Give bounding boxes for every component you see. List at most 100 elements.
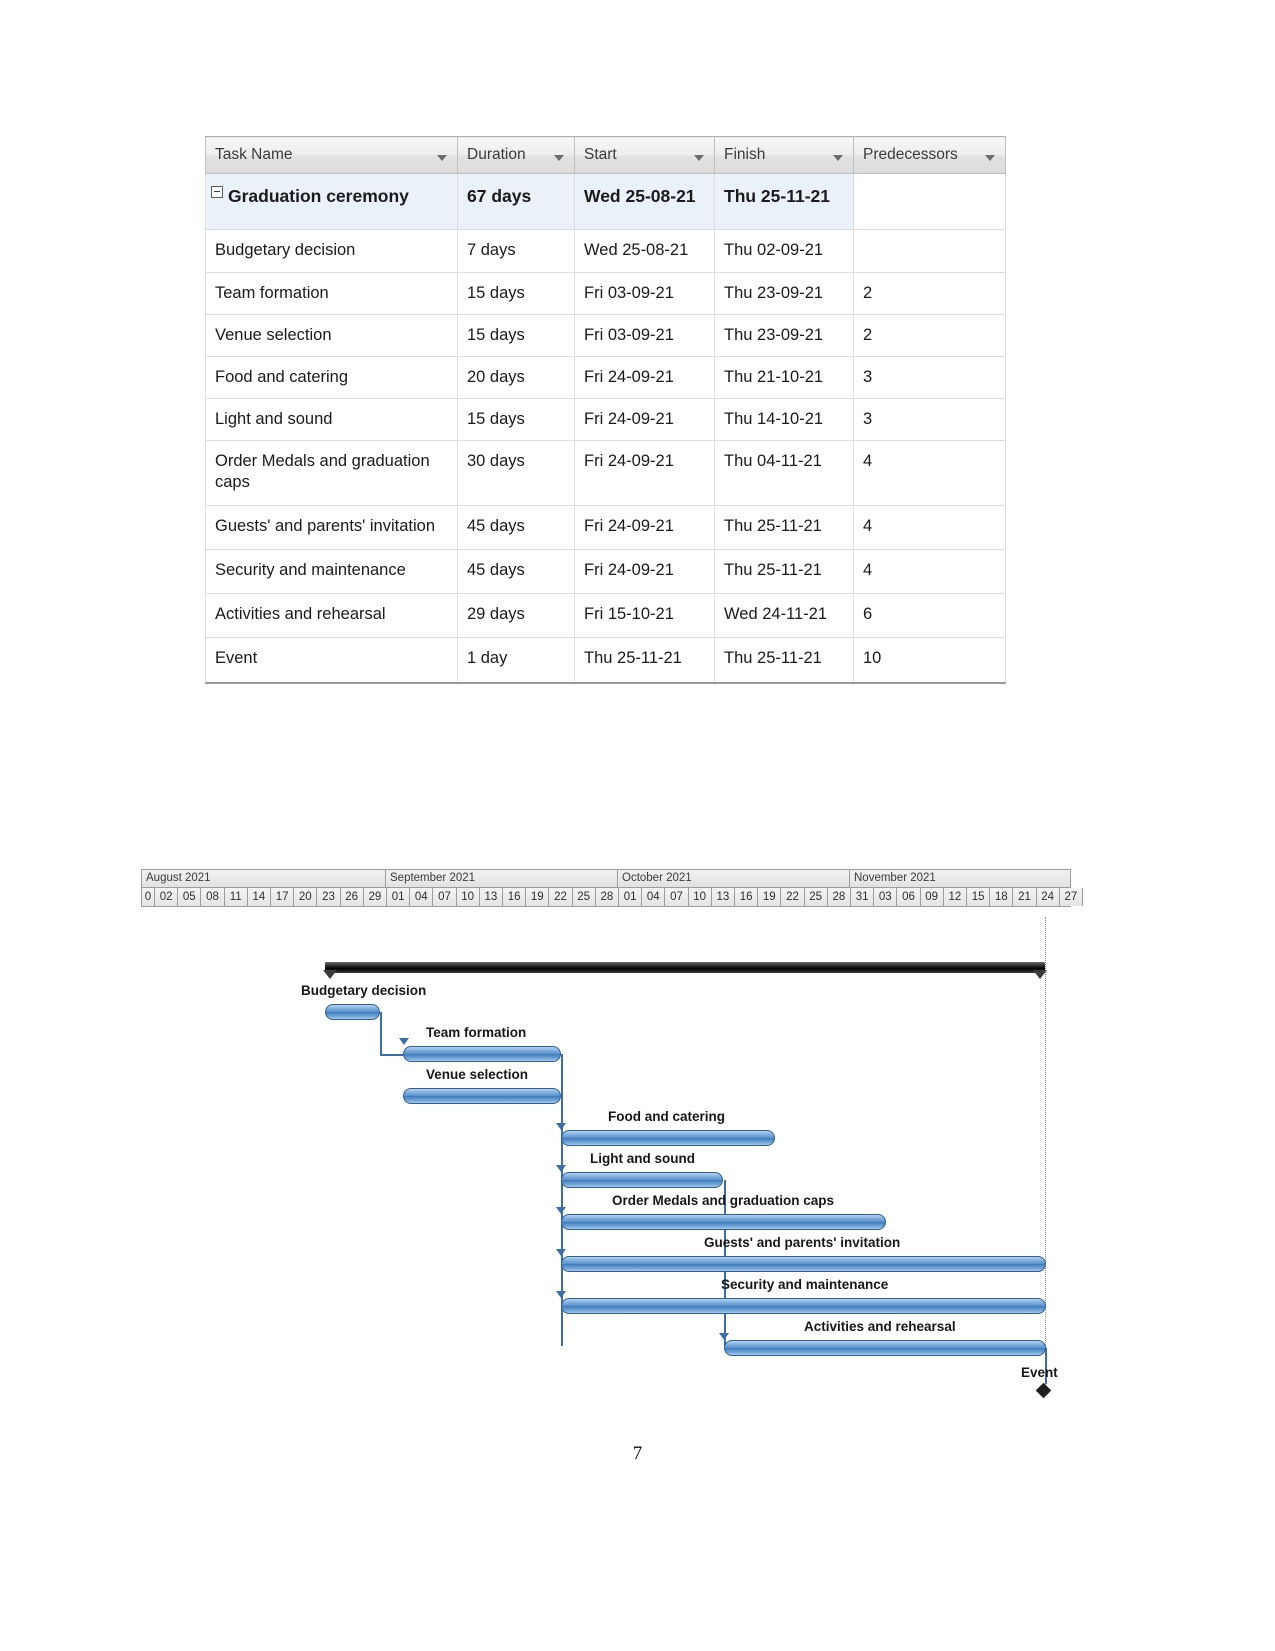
task-name-text: Food and catering: [215, 367, 349, 386]
cell-start[interactable]: Wed 25-08-21: [574, 173, 715, 231]
gantt-bar[interactable]: [724, 1340, 1046, 1356]
table-row[interactable]: Order Medals and graduation caps 30 days F…: [205, 440, 1006, 507]
cell-start[interactable]: Fri 03-09-21: [574, 314, 715, 357]
cell-start[interactable]: Fri 24-09-21: [574, 505, 715, 551]
cell-predecessors[interactable]: [853, 229, 1006, 273]
cell-duration[interactable]: 7 days: [457, 229, 575, 273]
cell-duration[interactable]: 1 day: [457, 637, 575, 684]
filter-arrow-icon[interactable]: [437, 154, 447, 161]
cell-predecessors[interactable]: 10: [853, 637, 1006, 684]
cell-finish[interactable]: Thu 25-11-21: [714, 549, 854, 595]
cell-finish[interactable]: Thu 04-11-21: [714, 440, 854, 507]
gantt-bar[interactable]: [325, 1004, 380, 1020]
gantt-bar[interactable]: [561, 1298, 1046, 1314]
cell-task-name[interactable]: Venue selection: [205, 314, 458, 357]
cell-finish[interactable]: Thu 23-09-21: [714, 272, 854, 315]
cell-duration[interactable]: 15 days: [457, 314, 575, 357]
cell-task-name[interactable]: Food and catering: [205, 356, 458, 399]
cell-start[interactable]: Fri 15-10-21: [574, 593, 715, 639]
timeline-day-cell: 21: [1013, 888, 1037, 906]
gantt-bar[interactable]: [561, 1172, 723, 1188]
cell-predecessors[interactable]: 2: [853, 272, 1006, 315]
table-row[interactable]: Security and maintenance 45 days Fri 24-09…: [205, 549, 1006, 595]
summary-bar[interactable]: [325, 962, 1045, 973]
cell-task-name[interactable]: Security and maintenance: [205, 549, 458, 595]
gantt-bar[interactable]: [561, 1130, 775, 1146]
cell-duration[interactable]: 67 days: [457, 173, 575, 231]
cell-start[interactable]: Fri 24-09-21: [574, 356, 715, 399]
cell-task-name[interactable]: Event: [205, 637, 458, 684]
cell-duration[interactable]: 15 days: [457, 398, 575, 441]
cell-start[interactable]: Wed 25-08-21: [574, 229, 715, 273]
cell-task-name[interactable]: Order Medals and graduation caps: [205, 440, 458, 507]
cell-predecessors[interactable]: 3: [853, 398, 1006, 441]
column-header-predecessors[interactable]: Predecessors: [853, 136, 1006, 174]
table-row[interactable]: Graduation ceremony 67 days Wed 25-08-21 Th…: [205, 173, 1006, 231]
cell-start[interactable]: Thu 25-11-21: [574, 637, 715, 684]
table-row[interactable]: Venue selection 15 days Fri 03-09-21 Thu 23…: [205, 314, 1006, 357]
cell-duration[interactable]: 45 days: [457, 505, 575, 551]
timeline-day-cell: 19: [526, 888, 550, 906]
cell-finish[interactable]: Thu 02-09-21: [714, 229, 854, 273]
cell-duration[interactable]: 20 days: [457, 356, 575, 399]
page-number: 7: [632, 1443, 643, 1464]
column-header-start[interactable]: Start: [574, 136, 715, 174]
cell-task-name[interactable]: Activities and rehearsal: [205, 593, 458, 639]
table-row[interactable]: Activities and rehearsal 29 days Fri 15-10…: [205, 593, 1006, 639]
dependency-arrow-icon: [556, 1249, 566, 1256]
table-row[interactable]: Food and catering 20 days Fri 24-09-21 Thu …: [205, 356, 1006, 399]
cell-predecessors[interactable]: 4: [853, 549, 1006, 595]
cell-task-name[interactable]: Graduation ceremony: [205, 173, 458, 231]
cell-predecessors[interactable]: 6: [853, 593, 1006, 639]
cell-predecessors[interactable]: [853, 173, 1006, 231]
cell-task-name[interactable]: Light and sound: [205, 398, 458, 441]
cell-finish[interactable]: Thu 21-10-21: [714, 356, 854, 399]
table-row[interactable]: Guests' and parents' invitation 45 days Fr…: [205, 505, 1006, 551]
column-header-finish[interactable]: Finish: [714, 136, 854, 174]
table-row[interactable]: Light and sound 15 days Fri 24-09-21 Thu 14…: [205, 398, 1006, 441]
cell-task-name[interactable]: Guests' and parents' invitation: [205, 505, 458, 551]
cell-finish[interactable]: Thu 23-09-21: [714, 314, 854, 357]
cell-predecessors[interactable]: 4: [853, 440, 1006, 507]
table-row[interactable]: Team formation 15 days Fri 03-09-21 Thu 23-…: [205, 272, 1006, 315]
gantt-bar[interactable]: [561, 1256, 1046, 1272]
milestone-diamond[interactable]: [1035, 1382, 1052, 1399]
cell-start[interactable]: Fri 24-09-21: [574, 398, 715, 441]
column-header-task-name[interactable]: Task Name: [205, 136, 458, 174]
gantt-bar-label: Budgetary decision: [301, 983, 427, 998]
cell-task-name[interactable]: Budgetary decision: [205, 229, 458, 273]
timeline-day-cell: 19: [758, 888, 782, 906]
cell-duration[interactable]: 45 days: [457, 549, 575, 595]
cell-start[interactable]: Fri 24-09-21: [574, 549, 715, 595]
filter-arrow-icon[interactable]: [985, 154, 995, 161]
filter-arrow-icon[interactable]: [833, 154, 843, 161]
column-header-label: Duration: [467, 145, 526, 163]
cell-finish[interactable]: Thu 25-11-21: [714, 637, 854, 684]
cell-predecessors[interactable]: 3: [853, 356, 1006, 399]
cell-finish[interactable]: Wed 24-11-21: [714, 593, 854, 639]
collapse-minus-icon[interactable]: [211, 186, 223, 198]
table-row[interactable]: Event 1 day Thu 25-11-21 Thu 25-11-21 10: [205, 637, 1006, 684]
cell-predecessors[interactable]: 4: [853, 505, 1006, 551]
cell-duration[interactable]: 30 days: [457, 440, 575, 507]
cell-start[interactable]: Fri 24-09-21: [574, 440, 715, 507]
cell-start[interactable]: Fri 03-09-21: [574, 272, 715, 315]
filter-arrow-icon[interactable]: [554, 154, 564, 161]
cell-predecessors[interactable]: 2: [853, 314, 1006, 357]
timeline-day-cell: 25: [804, 888, 828, 906]
column-header-duration[interactable]: Duration: [457, 136, 575, 174]
cell-finish[interactable]: Thu 25-11-21: [714, 173, 854, 231]
gantt-bar-label: Activities and rehearsal: [804, 1319, 956, 1334]
cell-duration[interactable]: 29 days: [457, 593, 575, 639]
column-header-label: Finish: [724, 145, 766, 163]
cell-task-name[interactable]: Team formation: [205, 272, 458, 315]
cell-duration[interactable]: 15 days: [457, 272, 575, 315]
gantt-bar[interactable]: [403, 1088, 561, 1104]
gantt-bar[interactable]: [561, 1214, 886, 1230]
filter-arrow-icon[interactable]: [694, 154, 704, 161]
task-name-text: Team formation: [215, 283, 329, 302]
cell-finish[interactable]: Thu 14-10-21: [714, 398, 854, 441]
cell-finish[interactable]: Thu 25-11-21: [714, 505, 854, 551]
gantt-bar[interactable]: [403, 1046, 561, 1062]
table-row[interactable]: Budgetary decision 7 days Wed 25-08-21 Thu …: [205, 229, 1006, 273]
